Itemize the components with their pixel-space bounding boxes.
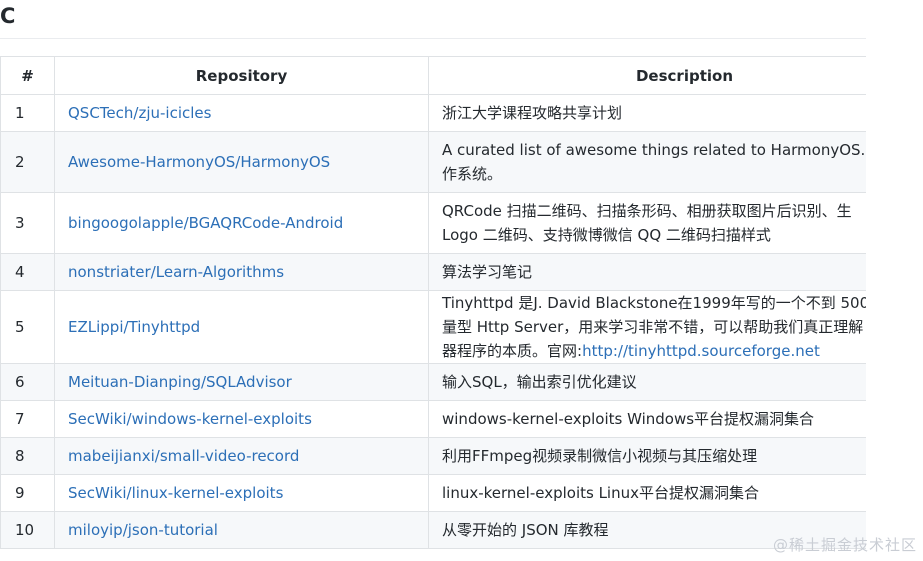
description-line: Tinyhttpd 是J. David Blackstone在1999年写的一个… [442,292,866,316]
description-line: 作系统。 [442,162,866,186]
description-line: 器程序的本质。官网:http://tinyhttpd.sourceforge.n… [442,339,866,363]
description-cell: 利用FFmpeg视频录制微信小视频与其压缩处理 [428,437,866,475]
table-row: 4 nonstriater/Learn-Algorithms 算法学习笔记 [0,253,866,291]
row-number: 8 [0,437,55,475]
row-number: 5 [0,290,55,364]
description-cell: 算法学习笔记 [428,253,866,291]
description-line: windows-kernel-exploits Windows平台提权漏洞集合 [442,407,866,431]
heading-divider [0,38,866,39]
repository-link[interactable]: QSCTech/zju-icicles [68,104,211,122]
description-cell: Tinyhttpd 是J. David Blackstone在1999年写的一个… [428,290,866,364]
description-cell: QRCode 扫描二维码、扫描条形码、相册获取图片后识别、生 Logo 二维码、支… [428,192,866,254]
table-row: 8 mabeijianxi/small-video-record 利用FFmpeg视… [0,437,866,475]
table-row: 6 Meituan-Dianping/SQLAdvisor 输入SQL，输出索引优化… [0,363,866,401]
table-row: 9 SecWiki/linux-kernel-exploits linux-kern… [0,474,866,512]
repository-cell: SecWiki/windows-kernel-exploits [54,400,429,438]
repository-link[interactable]: bingoogolapple/BGAQRCode-Android [68,214,343,232]
row-number: 10 [0,511,55,549]
repository-link[interactable]: EZLippi/Tinyhttpd [68,318,200,336]
description-cell: windows-kernel-exploits Windows平台提权漏洞集合 [428,400,866,438]
description-line: Logo 二维码、支持微博微信 QQ 二维码扫描样式 [442,223,866,247]
description-text: 浙江大学课程攻略共享计划 [442,104,623,122]
description-line: linux-kernel-exploits Linux平台提权漏洞集合 [442,481,866,505]
table-row: 10 miloyip/json-tutorial 从零开始的 JSON 库教程 [0,511,866,549]
table-row: 7 SecWiki/windows-kernel-exploits windows-… [0,400,866,438]
description-cell: 浙江大学课程攻略共享计划 [428,94,866,132]
description-line: 算法学习笔记 [442,260,866,284]
column-header-repository: Repository [54,56,429,95]
table-header-row: # Repository Description [0,56,866,95]
description-text: QRCode 扫描二维码、扫描条形码、相册获取图片后识别、生 [442,202,852,220]
description-text: 算法学习笔记 [442,263,533,281]
repository-link[interactable]: mabeijianxi/small-video-record [68,447,299,465]
table-row: 3 bingoogolapple/BGAQRCode-Android QRCode … [0,192,866,254]
description-cell: 输入SQL，输出索引优化建议 [428,363,866,401]
page: C # Repository Description 1 QSCTech/zju-… [0,0,923,561]
repository-cell: Meituan-Dianping/SQLAdvisor [54,363,429,401]
description-text: 器程序的本质。官网: [442,342,583,360]
row-number: 4 [0,253,55,291]
description-text: Tinyhttpd 是J. David Blackstone在1999年写的一个… [442,294,866,312]
watermark: @稀土掘金技术社区 [772,536,917,554]
repository-link[interactable]: SecWiki/linux-kernel-exploits [68,484,283,502]
column-header-description: Description [428,56,866,95]
description-line: A curated list of awesome things related… [442,138,866,162]
repository-cell: bingoogolapple/BGAQRCode-Android [54,192,429,254]
description-cell: linux-kernel-exploits Linux平台提权漏洞集合 [428,474,866,512]
description-text: 输入SQL，输出索引优化建议 [442,373,637,391]
table-row: 5 EZLippi/Tinyhttpd Tinyhttpd 是J. David Bl… [0,290,866,364]
repository-cell: mabeijianxi/small-video-record [54,437,429,475]
repository-cell: EZLippi/Tinyhttpd [54,290,429,364]
repository-cell: QSCTech/zju-icicles [54,94,429,132]
table-body: 1 QSCTech/zju-icicles 浙江大学课程攻略共享计划 2 Awesome… [0,94,866,549]
description-text: linux-kernel-exploits Linux平台提权漏洞集合 [442,484,759,502]
table-row: 2 Awesome-HarmonyOS/HarmonyOS A curated li… [0,131,866,193]
row-number: 7 [0,400,55,438]
description-text: windows-kernel-exploits Windows平台提权漏洞集合 [442,410,815,428]
description-text: 量型 Http Server，用来学习非常不错，可以帮助我们真正理解 [442,318,864,336]
column-header-number: # [0,56,55,95]
description-line: 利用FFmpeg视频录制微信小视频与其压缩处理 [442,444,866,468]
repository-cell: miloyip/json-tutorial [54,511,429,549]
repository-table: # Repository Description 1 QSCTech/zju-ic… [0,56,866,549]
repository-link[interactable]: miloyip/json-tutorial [68,521,218,539]
description-text: 作系统。 [442,165,503,183]
description-text: A curated list of awesome things related… [442,141,866,159]
row-number: 6 [0,363,55,401]
description-line: 量型 Http Server，用来学习非常不错，可以帮助我们真正理解 [442,315,866,339]
description-cell: A curated list of awesome things related… [428,131,866,193]
description-line: 浙江大学课程攻略共享计划 [442,101,866,125]
repository-cell: nonstriater/Learn-Algorithms [54,253,429,291]
row-number: 3 [0,192,55,254]
table-row: 1 QSCTech/zju-icicles 浙江大学课程攻略共享计划 [0,94,866,132]
repository-cell: Awesome-HarmonyOS/HarmonyOS [54,131,429,193]
description-text: 从零开始的 JSON 库教程 [442,521,609,539]
row-number: 1 [0,94,55,132]
repository-link[interactable]: Meituan-Dianping/SQLAdvisor [68,373,292,391]
description-line: QRCode 扫描二维码、扫描条形码、相册获取图片后识别、生 [442,199,866,223]
repository-link[interactable]: nonstriater/Learn-Algorithms [68,263,284,281]
description-text: Logo 二维码、支持微博微信 QQ 二维码扫描样式 [442,226,771,244]
repository-link[interactable]: Awesome-HarmonyOS/HarmonyOS [68,153,330,171]
row-number: 9 [0,474,55,512]
description-text: 利用FFmpeg视频录制微信小视频与其压缩处理 [442,447,758,465]
official-site-link[interactable]: http://tinyhttpd.sourceforge.net [582,342,820,360]
repository-table-container: # Repository Description 1 QSCTech/zju-ic… [0,56,866,549]
repository-link[interactable]: SecWiki/windows-kernel-exploits [68,410,312,428]
row-number: 2 [0,131,55,193]
section-heading: C [0,4,16,28]
description-line: 输入SQL，输出索引优化建议 [442,370,866,394]
repository-cell: SecWiki/linux-kernel-exploits [54,474,429,512]
